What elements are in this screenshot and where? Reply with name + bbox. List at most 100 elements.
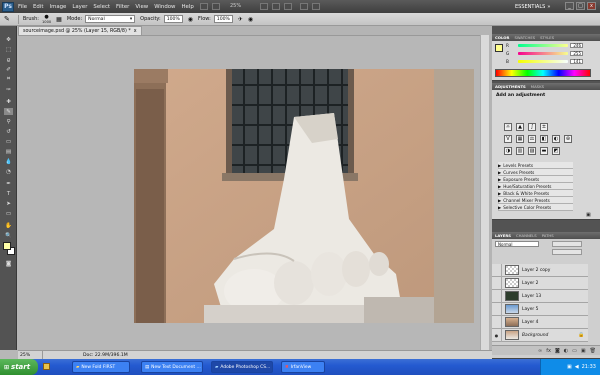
fill-field[interactable]: [552, 249, 582, 255]
curves-icon[interactable]: ∫: [528, 123, 536, 131]
close-button[interactable]: x: [587, 2, 596, 10]
menu-view[interactable]: View: [135, 4, 148, 10]
eyedropper-tool-icon[interactable]: ✑: [4, 86, 13, 93]
preset-black-white[interactable]: ▶ Black & White Presets: [498, 190, 573, 197]
airbrush-icon[interactable]: ✈: [238, 16, 243, 23]
invert-icon[interactable]: ◑: [504, 147, 512, 155]
move-tool-icon[interactable]: ✥: [4, 36, 13, 43]
tab-masks[interactable]: MASKS: [531, 84, 544, 89]
taskbar-button[interactable]: ✖ IrfanView: [281, 361, 325, 373]
selective-color-icon[interactable]: ◩: [552, 147, 560, 155]
status-zoom-field[interactable]: 25%: [18, 351, 43, 359]
opacity-input[interactable]: 100%: [163, 15, 183, 23]
canvas-image[interactable]: [134, 69, 474, 323]
blue-slider[interactable]: 141: [518, 59, 584, 64]
gradient-tool-icon[interactable]: ▤: [4, 148, 13, 155]
layer-row[interactable]: Layer 2 copy: [492, 263, 588, 277]
blue-value[interactable]: 141: [570, 59, 583, 64]
close-tab-button[interactable]: x: [134, 29, 137, 34]
link-layers-icon[interactable]: ∞: [538, 348, 542, 354]
preset-levels[interactable]: ▶ Levels Presets: [498, 162, 573, 169]
posterize-icon[interactable]: ▥: [516, 147, 524, 155]
quick-mask-icon[interactable]: ◙: [4, 260, 13, 267]
visibility-toggle[interactable]: [492, 289, 502, 303]
brush-panel-toggle-icon[interactable]: ▦: [56, 16, 62, 23]
visibility-toggle[interactable]: [492, 302, 502, 316]
menu-layer[interactable]: Layer: [72, 4, 87, 10]
preset-curves[interactable]: ▶ Curves Presets: [498, 169, 573, 176]
mini-bridge-icon[interactable]: [212, 3, 220, 10]
menu-filter[interactable]: Filter: [116, 4, 129, 10]
add-mask-icon[interactable]: ◙: [555, 348, 560, 354]
visibility-toggle[interactable]: [492, 276, 502, 290]
layer-name[interactable]: Background: [522, 333, 548, 338]
minimize-button[interactable]: _: [565, 2, 574, 10]
layer-name[interactable]: Layer 13: [522, 294, 541, 299]
visibility-toggle[interactable]: [492, 263, 502, 277]
blur-tool-icon[interactable]: 💧: [4, 158, 13, 165]
tab-styles[interactable]: STYLES: [540, 35, 554, 40]
menu-select[interactable]: Select: [93, 4, 110, 10]
tab-channels[interactable]: CHANNELS: [516, 233, 537, 238]
start-button[interactable]: ⊞ start: [0, 359, 38, 375]
channel-mixer-icon[interactable]: ⊛: [564, 135, 572, 143]
delete-layer-icon[interactable]: 🗑: [590, 348, 596, 354]
threshold-icon[interactable]: ▨: [528, 147, 536, 155]
camera-icon[interactable]: ▣: [586, 212, 591, 218]
blend-mode-select[interactable]: Normal: [495, 241, 539, 247]
zoom-tool-icon[interactable]: 🔍: [4, 232, 13, 239]
brush-picker[interactable]: ● 1000: [42, 14, 51, 24]
zoom-tool-icon[interactable]: [272, 3, 280, 10]
flow-input[interactable]: 100%: [213, 15, 233, 23]
brush-tool-icon[interactable]: ✎: [4, 108, 13, 115]
zoom-level-dropdown[interactable]: 25%: [230, 3, 241, 9]
vibrance-icon[interactable]: V: [504, 135, 512, 143]
quick-launch-icon[interactable]: [43, 363, 50, 370]
red-value[interactable]: 246: [570, 43, 583, 48]
preset-channel-mixer[interactable]: ▶ Channel Mixer Presets: [498, 197, 573, 204]
lasso-tool-icon[interactable]: ϱ: [4, 56, 13, 63]
hue-saturation-icon[interactable]: ▦: [516, 135, 524, 143]
eraser-tool-icon[interactable]: ▭: [4, 138, 13, 145]
layer-style-icon[interactable]: fx: [546, 348, 551, 354]
canvas-area[interactable]: [18, 35, 488, 350]
arrange-documents-icon[interactable]: [300, 3, 308, 10]
taskbar-button[interactable]: ▰ Adobe Photoshop CS...: [211, 361, 273, 373]
tab-color[interactable]: COLOR: [495, 35, 509, 40]
network-icon[interactable]: ▣: [567, 364, 572, 370]
menu-window[interactable]: Window: [154, 4, 175, 10]
maximize-button[interactable]: □: [576, 2, 585, 10]
red-slider[interactable]: 246: [518, 43, 584, 48]
menu-file[interactable]: File: [18, 4, 27, 10]
visibility-toggle[interactable]: ●: [492, 328, 502, 342]
document-size-info[interactable]: Doc: 22.9M/396.1M: [43, 353, 128, 358]
photo-filter-icon[interactable]: ◐: [552, 135, 560, 143]
volume-icon[interactable]: ◀: [575, 364, 579, 370]
brightness-contrast-icon[interactable]: ☼: [504, 123, 512, 131]
foreground-color-swatch[interactable]: [3, 242, 11, 250]
new-group-icon[interactable]: ▭: [572, 348, 577, 354]
preset-selective-color[interactable]: ▶ Selective Color Presets: [498, 204, 573, 211]
pen-tool-icon[interactable]: ✒: [4, 180, 13, 187]
layer-name[interactable]: Layer 2 copy: [522, 268, 550, 273]
dodge-tool-icon[interactable]: ◔: [4, 168, 13, 175]
green-value[interactable]: 255: [570, 51, 583, 56]
vertical-scrollbar[interactable]: [480, 35, 489, 350]
black-white-icon[interactable]: ◧: [540, 135, 548, 143]
clock[interactable]: 21:33: [582, 364, 596, 370]
menu-image[interactable]: Image: [49, 4, 66, 10]
taskbar-button[interactable]: ▰ New Fold FIRST: [72, 361, 130, 373]
layer-row[interactable]: Layer 2: [492, 276, 588, 290]
type-tool-icon[interactable]: T: [4, 190, 13, 197]
layer-name[interactable]: Layer 4: [522, 320, 538, 325]
menu-edit[interactable]: Edit: [33, 4, 43, 10]
foreground-color-swatch[interactable]: [495, 44, 503, 52]
layer-name[interactable]: Layer 2: [522, 281, 538, 286]
hand-tool-icon[interactable]: ✋: [4, 222, 13, 229]
mode-select[interactable]: Normal ▾: [85, 15, 136, 23]
taskbar-button[interactable]: ▤ New Text Document ...: [141, 361, 203, 373]
quick-selection-tool-icon[interactable]: ✐: [4, 66, 13, 73]
rotate-view-icon[interactable]: [284, 3, 292, 10]
history-brush-tool-icon[interactable]: ↺: [4, 128, 13, 135]
new-adjustment-icon[interactable]: ◐: [564, 348, 568, 354]
